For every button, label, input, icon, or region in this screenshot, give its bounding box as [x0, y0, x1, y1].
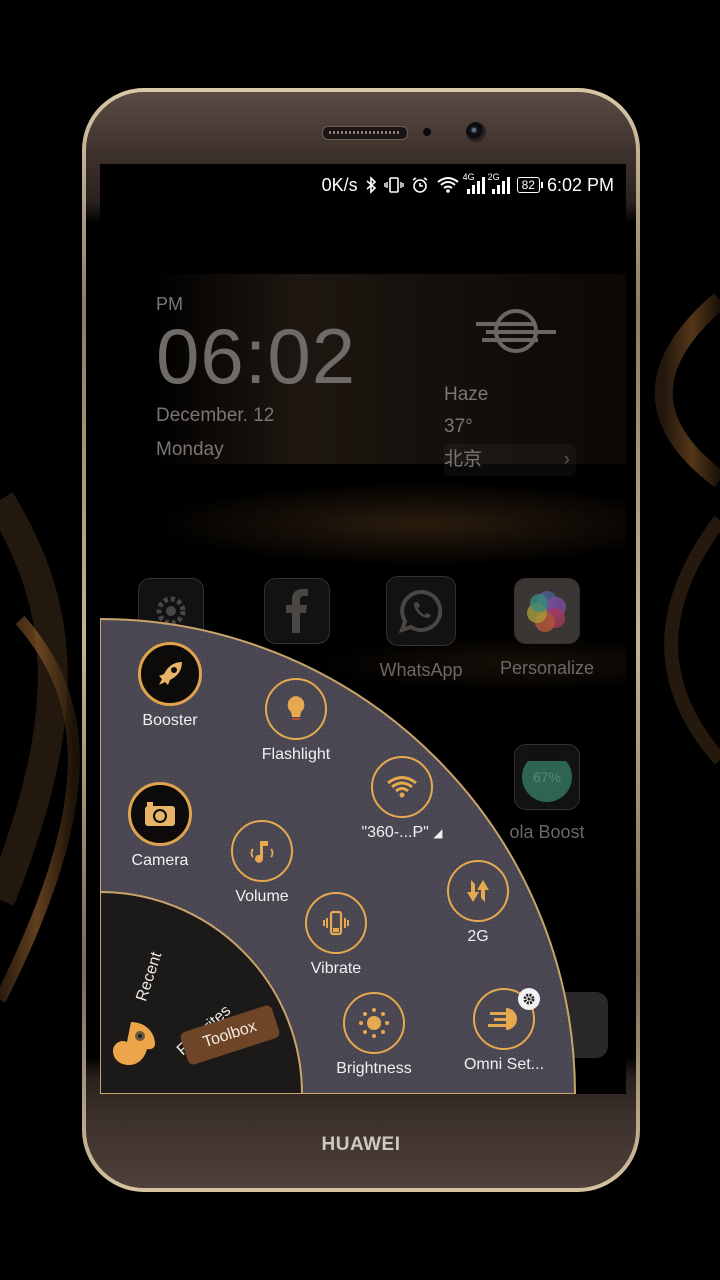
camera-icon	[128, 782, 192, 846]
chameleon-logo-icon[interactable]	[104, 1018, 158, 1077]
toggle-vibrate[interactable]: Vibrate	[266, 892, 406, 978]
toggle-brightness[interactable]: Brightness	[304, 992, 444, 1078]
phone-body: 0K/s 4G 2G 82 6:02 PM PM 06:02 December.…	[86, 92, 636, 1188]
sun-icon	[343, 992, 405, 1054]
toggle-wifi[interactable]: "360-...P" ◢	[332, 756, 472, 842]
home-screen: 0K/s 4G 2G 82 6:02 PM PM 06:02 December.…	[100, 164, 626, 1094]
music-note-icon	[231, 820, 293, 882]
toggle-omni-settings[interactable]: Omni Set...	[434, 988, 574, 1074]
bulb-icon	[265, 678, 327, 740]
device-brand-logo: HUAWEI	[321, 1134, 401, 1155]
rocket-icon	[138, 642, 202, 706]
vibrate-icon	[305, 892, 367, 954]
earpiece-speaker	[322, 126, 408, 140]
data-sync-icon	[447, 860, 509, 922]
toggle-mobile-data[interactable]: 2G	[408, 860, 548, 946]
toggle-booster[interactable]: Booster	[100, 642, 240, 730]
signal-corner-icon: ◢	[433, 826, 443, 840]
gear-icon[interactable]	[518, 988, 540, 1010]
wifi-icon	[371, 756, 433, 818]
phone-frame: 0K/s 4G 2G 82 6:02 PM PM 06:02 December.…	[82, 88, 640, 1192]
wifi-ssid: "360-...P"	[361, 824, 429, 841]
toggle-flashlight[interactable]: Flashlight	[226, 678, 366, 764]
front-camera	[466, 122, 486, 142]
proximity-sensor	[423, 128, 431, 136]
